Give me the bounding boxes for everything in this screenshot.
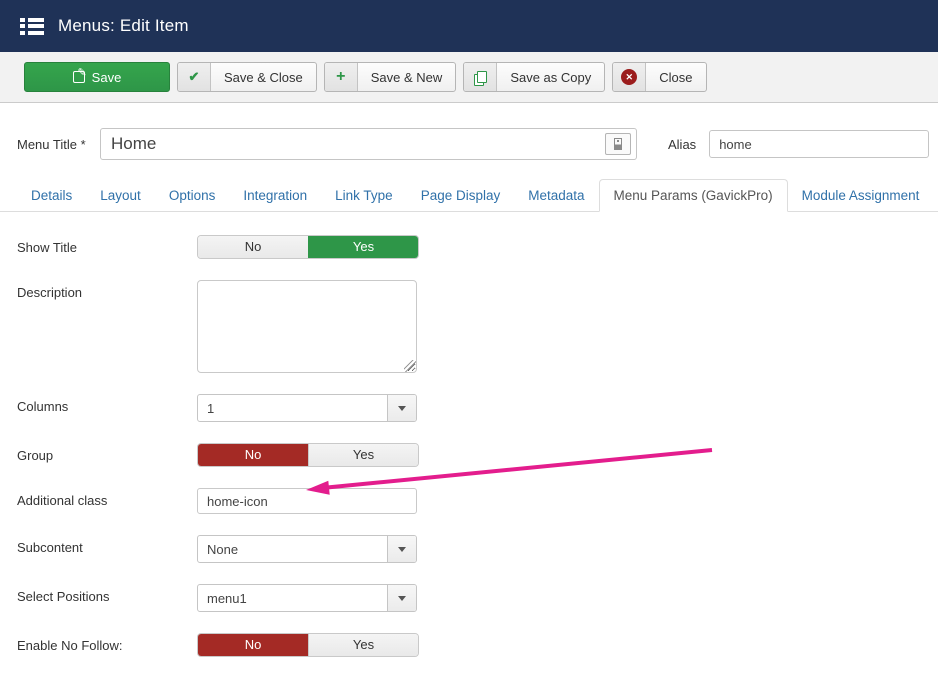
columns-select[interactable]: 1 [197, 394, 417, 422]
tab-details[interactable]: Details [17, 180, 86, 211]
description-label: Description [17, 285, 83, 300]
close-icon: ✕ [621, 69, 638, 85]
show-title-toggle: No Yes [197, 235, 419, 259]
menu-title-label: Menu Title * [17, 136, 86, 152]
chevron-down-icon[interactable] [387, 536, 416, 562]
additional-class-row: Additional class [17, 488, 938, 514]
chevron-down-icon[interactable] [387, 585, 416, 611]
save-close-label: Save & Close [224, 69, 303, 85]
close-button[interactable]: ✕ Close [612, 62, 707, 92]
check-icon: ✔ [188, 69, 200, 84]
enable-no-follow-label: Enable No Follow: [17, 638, 123, 653]
group-row: Group No Yes [17, 443, 938, 467]
columns-select-value: 1 [207, 401, 215, 416]
show-title-yes-button[interactable]: Yes [308, 236, 418, 258]
menus-icon [20, 17, 44, 35]
subcontent-row: Subcontent None [17, 535, 938, 563]
group-toggle: No Yes [197, 443, 419, 467]
enable-no-follow-toggle: No Yes [197, 633, 419, 657]
select-positions-row: Select Positions menu1 [17, 584, 938, 612]
additional-class-input[interactable] [197, 488, 417, 514]
save-icon [72, 66, 87, 83]
alias-label: Alias [668, 136, 697, 152]
enable-no-follow-yes-button[interactable]: Yes [308, 634, 418, 656]
app-header: Menus: Edit Item [0, 0, 938, 52]
title-row: Menu Title * Alias [17, 128, 938, 160]
page: Menus: Edit Item Save ✔ Save & Close + S… [0, 0, 938, 687]
save-copy-label: Save as Copy [510, 69, 592, 85]
toolbar: Save ✔ Save & Close + Save & New Save as… [0, 52, 938, 103]
save-copy-button[interactable]: Save as Copy [463, 62, 606, 92]
show-title-label: Show Title [17, 240, 77, 255]
columns-label: Columns [17, 399, 69, 414]
save-button-label: Save [91, 69, 122, 85]
tab-options[interactable]: Options [155, 180, 230, 211]
chevron-down-icon[interactable] [387, 395, 416, 421]
copy-icon [474, 70, 488, 86]
columns-row: Columns 1 [17, 394, 938, 422]
select-positions-select-value: menu1 [207, 591, 247, 606]
save-new-button[interactable]: + Save & New [323, 62, 457, 92]
tab-menu-params-gavickpro[interactable]: Menu Params (GavickPro) [598, 179, 788, 212]
subcontent-label: Subcontent [17, 540, 83, 555]
group-no-button[interactable]: No [198, 444, 308, 466]
page-title: Menus: Edit Item [58, 16, 189, 35]
save-close-button[interactable]: ✔ Save & Close [177, 62, 317, 92]
show-title-no-button[interactable]: No [198, 236, 308, 258]
tab-module-assignment[interactable]: Module Assignment [788, 180, 934, 211]
plus-icon: + [336, 68, 346, 85]
menu-title-input[interactable] [100, 128, 637, 160]
tab-metadata[interactable]: Metadata [514, 180, 598, 211]
tab-page-display[interactable]: Page Display [407, 180, 515, 211]
enable-no-follow-no-button[interactable]: No [198, 634, 308, 656]
group-label: Group [17, 448, 54, 463]
tab-link-type[interactable]: Link Type [321, 180, 407, 211]
description-textarea[interactable] [197, 280, 417, 373]
enable-no-follow-row: Enable No Follow: No Yes [17, 633, 938, 657]
tab-layout[interactable]: Layout [86, 180, 155, 211]
close-button-label: Close [659, 69, 693, 85]
save-new-label: Save & New [370, 69, 443, 85]
tab-bar: Details Layout Options Integration Link … [0, 179, 938, 212]
menu-params-form: Show Title No Yes Description Columns 1 … [0, 212, 938, 657]
select-positions-select[interactable]: menu1 [197, 584, 417, 612]
additional-class-label: Additional class [17, 493, 108, 508]
subcontent-select-value: None [207, 542, 239, 557]
select-positions-label: Select Positions [17, 589, 110, 604]
group-yes-button[interactable]: Yes [308, 444, 418, 466]
description-row: Description [17, 280, 938, 373]
subcontent-select[interactable]: None [197, 535, 417, 563]
show-title-row: Show Title No Yes [17, 235, 938, 259]
alias-input[interactable] [709, 130, 930, 158]
save-button[interactable]: Save [24, 62, 170, 92]
modal-field-icon[interactable] [605, 133, 631, 155]
tab-integration[interactable]: Integration [229, 180, 321, 211]
